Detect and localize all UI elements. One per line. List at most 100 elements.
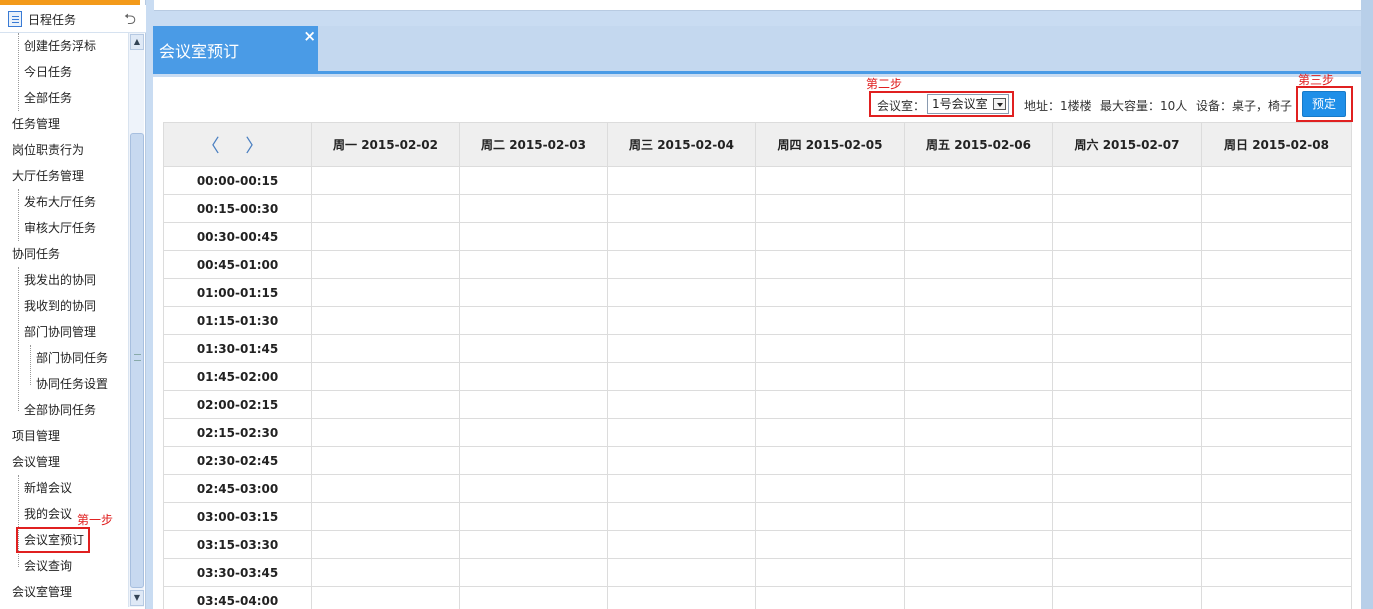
booking-cell[interactable]	[904, 558, 1053, 587]
booking-cell[interactable]	[1201, 502, 1352, 531]
booking-cell[interactable]	[1201, 362, 1352, 391]
back-icon[interactable]: ⮌	[124, 9, 136, 34]
sidebar-item-review-hall-task[interactable]: 审核大厅任务	[24, 215, 96, 241]
week-nav[interactable]: 〈 〉	[163, 122, 312, 167]
booking-cell[interactable]	[1201, 586, 1352, 609]
booking-cell[interactable]	[607, 194, 756, 223]
booking-cell[interactable]	[1201, 474, 1352, 503]
booking-cell[interactable]	[311, 530, 460, 559]
tab-room-booking[interactable]: 会议室预订 ×	[153, 26, 318, 72]
booking-cell[interactable]	[311, 418, 460, 447]
scroll-down-icon[interactable]: ▼	[130, 590, 144, 606]
sidebar-item-hall-task-management[interactable]: 大厅任务管理	[12, 163, 84, 189]
booking-cell[interactable]	[1052, 446, 1202, 475]
sidebar-item-today-tasks[interactable]: 今日任务	[24, 59, 72, 85]
booking-cell[interactable]	[1052, 306, 1202, 335]
sidebar-item-post-duty[interactable]: 岗位职责行为	[12, 137, 84, 163]
booking-cell[interactable]	[459, 166, 608, 195]
sidebar-item-room-management[interactable]: 会议室管理	[12, 579, 72, 605]
sidebar-item-meeting-management[interactable]: 会议管理	[12, 449, 60, 475]
booking-cell[interactable]	[755, 362, 905, 391]
booking-cell[interactable]	[904, 586, 1053, 609]
close-icon[interactable]: ×	[303, 27, 316, 45]
booking-cell[interactable]	[755, 194, 905, 223]
sidebar-item-publish-hall-task[interactable]: 发布大厅任务	[24, 189, 96, 215]
booking-cell[interactable]	[755, 334, 905, 363]
booking-cell[interactable]	[904, 222, 1053, 251]
sidebar-scrollbar[interactable]: ▲ ▼	[128, 33, 144, 607]
booking-cell[interactable]	[311, 586, 460, 609]
booking-cell[interactable]	[755, 390, 905, 419]
booking-cell[interactable]	[311, 250, 460, 279]
booking-cell[interactable]	[904, 194, 1053, 223]
booking-cell[interactable]	[1201, 334, 1352, 363]
booking-cell[interactable]	[904, 474, 1053, 503]
booking-cell[interactable]	[1201, 278, 1352, 307]
week-nav-arrows[interactable]: 〈 〉	[202, 136, 274, 157]
booking-cell[interactable]	[607, 306, 756, 335]
booking-cell[interactable]	[1052, 558, 1202, 587]
sidebar-item-meeting-query[interactable]: 会议查询	[24, 553, 72, 579]
booking-cell[interactable]	[607, 446, 756, 475]
booking-cell[interactable]	[1052, 586, 1202, 609]
booking-cell[interactable]	[607, 250, 756, 279]
scroll-up-icon[interactable]: ▲	[130, 34, 144, 50]
booking-cell[interactable]	[1201, 446, 1352, 475]
booking-cell[interactable]	[755, 446, 905, 475]
booking-cell[interactable]	[904, 166, 1053, 195]
booking-cell[interactable]	[1052, 222, 1202, 251]
booking-cell[interactable]	[1052, 334, 1202, 363]
booking-cell[interactable]	[607, 530, 756, 559]
booking-cell[interactable]	[459, 502, 608, 531]
sidebar-item-my-meetings[interactable]: 我的会议	[24, 501, 72, 527]
booking-cell[interactable]	[459, 222, 608, 251]
booking-cell[interactable]	[1052, 278, 1202, 307]
booking-cell[interactable]	[607, 502, 756, 531]
booking-cell[interactable]	[904, 250, 1053, 279]
booking-cell[interactable]	[311, 334, 460, 363]
booking-cell[interactable]	[607, 558, 756, 587]
chevron-down-icon[interactable]	[993, 98, 1006, 110]
booking-cell[interactable]	[1201, 222, 1352, 251]
booking-cell[interactable]	[755, 222, 905, 251]
sidebar-item-collab-tasks[interactable]: 协同任务	[12, 241, 60, 267]
booking-cell[interactable]	[755, 530, 905, 559]
booking-cell[interactable]	[1201, 194, 1352, 223]
sidebar-item-create-task-float[interactable]: 创建任务浮标	[24, 33, 96, 59]
book-button[interactable]: 预定	[1302, 91, 1346, 117]
booking-cell[interactable]	[459, 194, 608, 223]
booking-cell[interactable]	[311, 166, 460, 195]
booking-cell[interactable]	[1052, 390, 1202, 419]
booking-cell[interactable]	[904, 502, 1053, 531]
booking-cell[interactable]	[459, 278, 608, 307]
booking-cell[interactable]	[459, 558, 608, 587]
booking-cell[interactable]	[1201, 418, 1352, 447]
booking-cell[interactable]	[904, 390, 1053, 419]
booking-cell[interactable]	[311, 502, 460, 531]
booking-cell[interactable]	[311, 278, 460, 307]
sidebar-item-new-meeting[interactable]: 新增会议	[24, 475, 72, 501]
booking-cell[interactable]	[459, 418, 608, 447]
booking-cell[interactable]	[755, 586, 905, 609]
booking-cell[interactable]	[755, 474, 905, 503]
sidebar-item-dept-collab-tasks[interactable]: 部门协同任务	[36, 345, 108, 371]
booking-cell[interactable]	[755, 502, 905, 531]
booking-cell[interactable]	[1201, 166, 1352, 195]
booking-cell[interactable]	[1201, 558, 1352, 587]
booking-cell[interactable]	[904, 362, 1053, 391]
booking-cell[interactable]	[1052, 166, 1202, 195]
sidebar-item-dept-collab-management[interactable]: 部门协同管理	[24, 319, 96, 345]
booking-cell[interactable]	[311, 194, 460, 223]
booking-cell[interactable]	[607, 586, 756, 609]
booking-cell[interactable]	[1052, 502, 1202, 531]
booking-cell[interactable]	[904, 530, 1053, 559]
sidebar-item-received-collab[interactable]: 我收到的协同	[24, 293, 96, 319]
booking-cell[interactable]	[755, 306, 905, 335]
booking-cell[interactable]	[1052, 418, 1202, 447]
booking-cell[interactable]	[1052, 194, 1202, 223]
sidebar-item-collab-task-settings[interactable]: 协同任务设置	[36, 371, 108, 397]
booking-cell[interactable]	[755, 278, 905, 307]
booking-cell[interactable]	[459, 586, 608, 609]
booking-cell[interactable]	[459, 390, 608, 419]
booking-cell[interactable]	[1201, 530, 1352, 559]
